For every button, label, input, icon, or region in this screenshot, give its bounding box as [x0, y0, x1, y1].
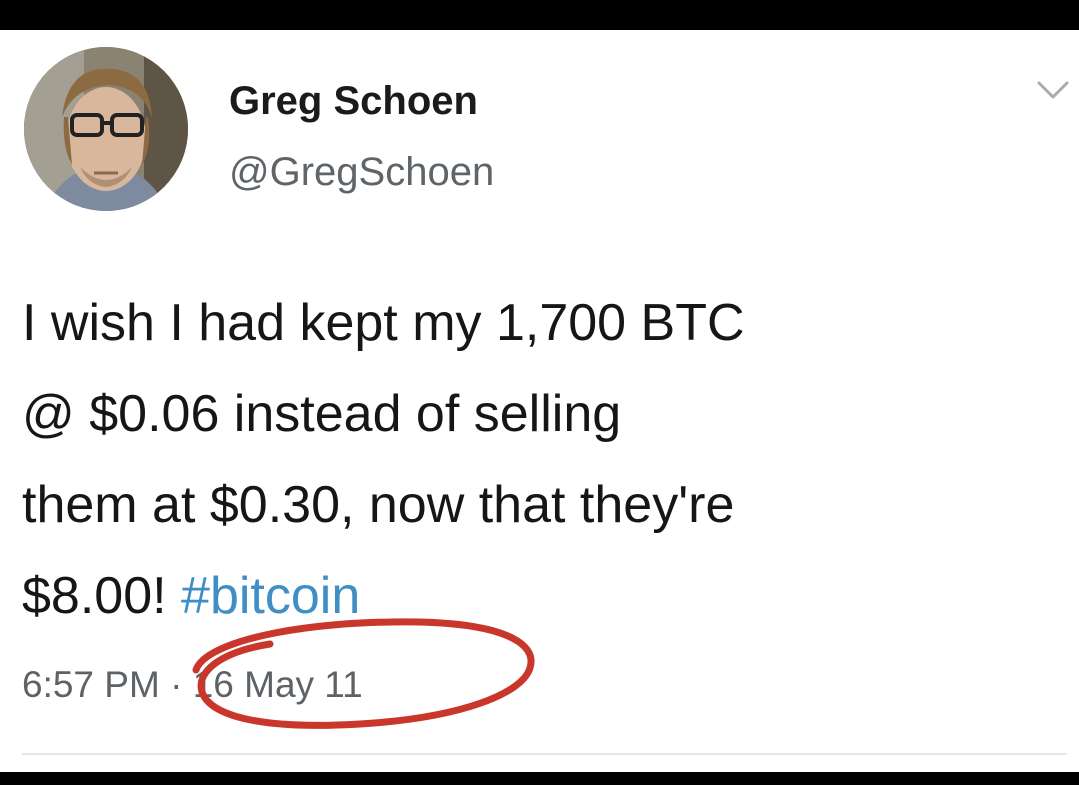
tweet-card: Greg Schoen @GregSchoen I wish I had kep… — [0, 30, 1079, 772]
tweet-text: I wish I had kept my 1,700 BTC @ $0.06 i… — [22, 278, 1067, 642]
tweet-text-line-last: $8.00! #bitcoin — [22, 551, 1067, 642]
tweet-date: 16 May 11 — [192, 664, 363, 705]
avatar[interactable] — [24, 47, 188, 211]
tweet-timestamp[interactable]: 6:57 PM · 16 May 11 — [22, 663, 363, 707]
tweet-text-line: them at $0.30, now that they're — [22, 476, 735, 534]
author-display-name[interactable]: Greg Schoen — [229, 77, 478, 125]
divider — [22, 753, 1067, 755]
tweet-text-fragment: $8.00! — [22, 567, 167, 625]
chevron-down-icon[interactable] — [1036, 80, 1070, 102]
top-black-border — [0, 0, 1079, 30]
tweet-text-line: I wish I had kept my 1,700 BTC — [22, 294, 745, 352]
tweet-text-line: @ $0.06 instead of selling — [22, 385, 622, 443]
author-handle[interactable]: @GregSchoen — [229, 148, 494, 196]
tweet-time: 6:57 PM — [22, 664, 160, 705]
hashtag-link[interactable]: #bitcoin — [181, 567, 360, 625]
avatar-photo — [24, 47, 188, 211]
bottom-black-border — [0, 772, 1079, 785]
timestamp-separator: · — [159, 664, 193, 705]
